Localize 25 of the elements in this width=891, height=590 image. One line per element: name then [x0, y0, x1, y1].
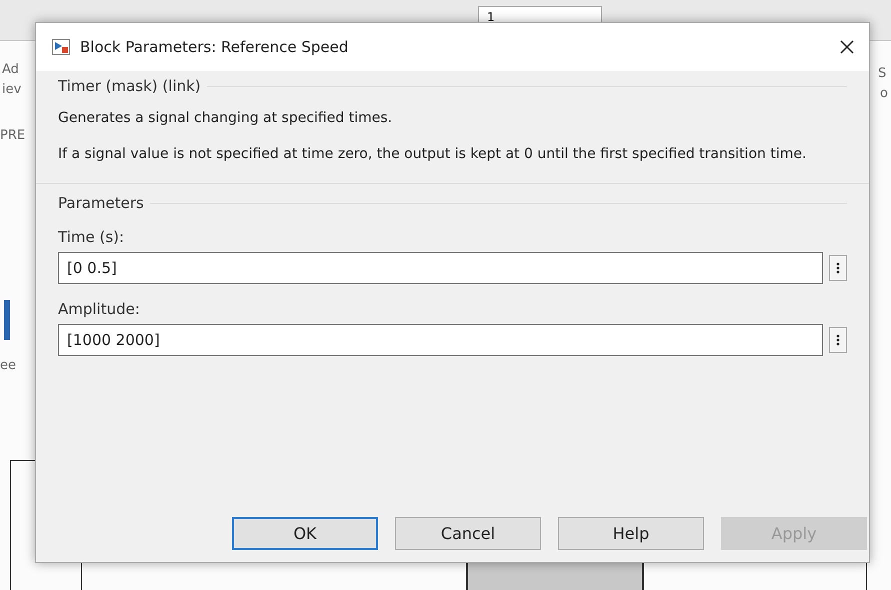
field-label: Amplitude:	[58, 300, 141, 318]
block-icon	[52, 39, 70, 55]
options-button[interactable]	[829, 327, 847, 353]
input-field[interactable]: [0 0.5]	[58, 252, 823, 284]
description-text: Generates a signal changing at specified times.	[58, 109, 394, 128]
window-title: Block Parameters: Reference Speed	[80, 38, 350, 56]
description-text: If a signal value is not specified at time zero, the output is kept at 0 until the first specified transition time.	[58, 145, 808, 164]
dialog-button[interactable]: Cancel	[395, 517, 541, 550]
more-icon	[836, 262, 840, 274]
background-text: ee	[0, 358, 16, 373]
background-text: o	[880, 86, 888, 101]
background-text: PRE	[0, 128, 26, 143]
background-text: iev	[2, 82, 22, 97]
field-label: Time (s):	[58, 228, 126, 246]
dialog-button[interactable]: Help	[558, 517, 704, 550]
parameters-heading: Parameters	[58, 194, 144, 212]
close-icon[interactable]	[839, 39, 855, 55]
input-field[interactable]: [1000 2000]	[58, 324, 823, 356]
more-icon	[836, 334, 840, 346]
port-marker	[4, 300, 10, 340]
dialog-button[interactable]: OK	[232, 517, 378, 550]
block-type-label: Timer (mask) (link)	[58, 77, 201, 95]
background-text: S	[878, 66, 886, 81]
background-text: Ad	[2, 62, 19, 77]
options-button[interactable]	[829, 255, 847, 281]
